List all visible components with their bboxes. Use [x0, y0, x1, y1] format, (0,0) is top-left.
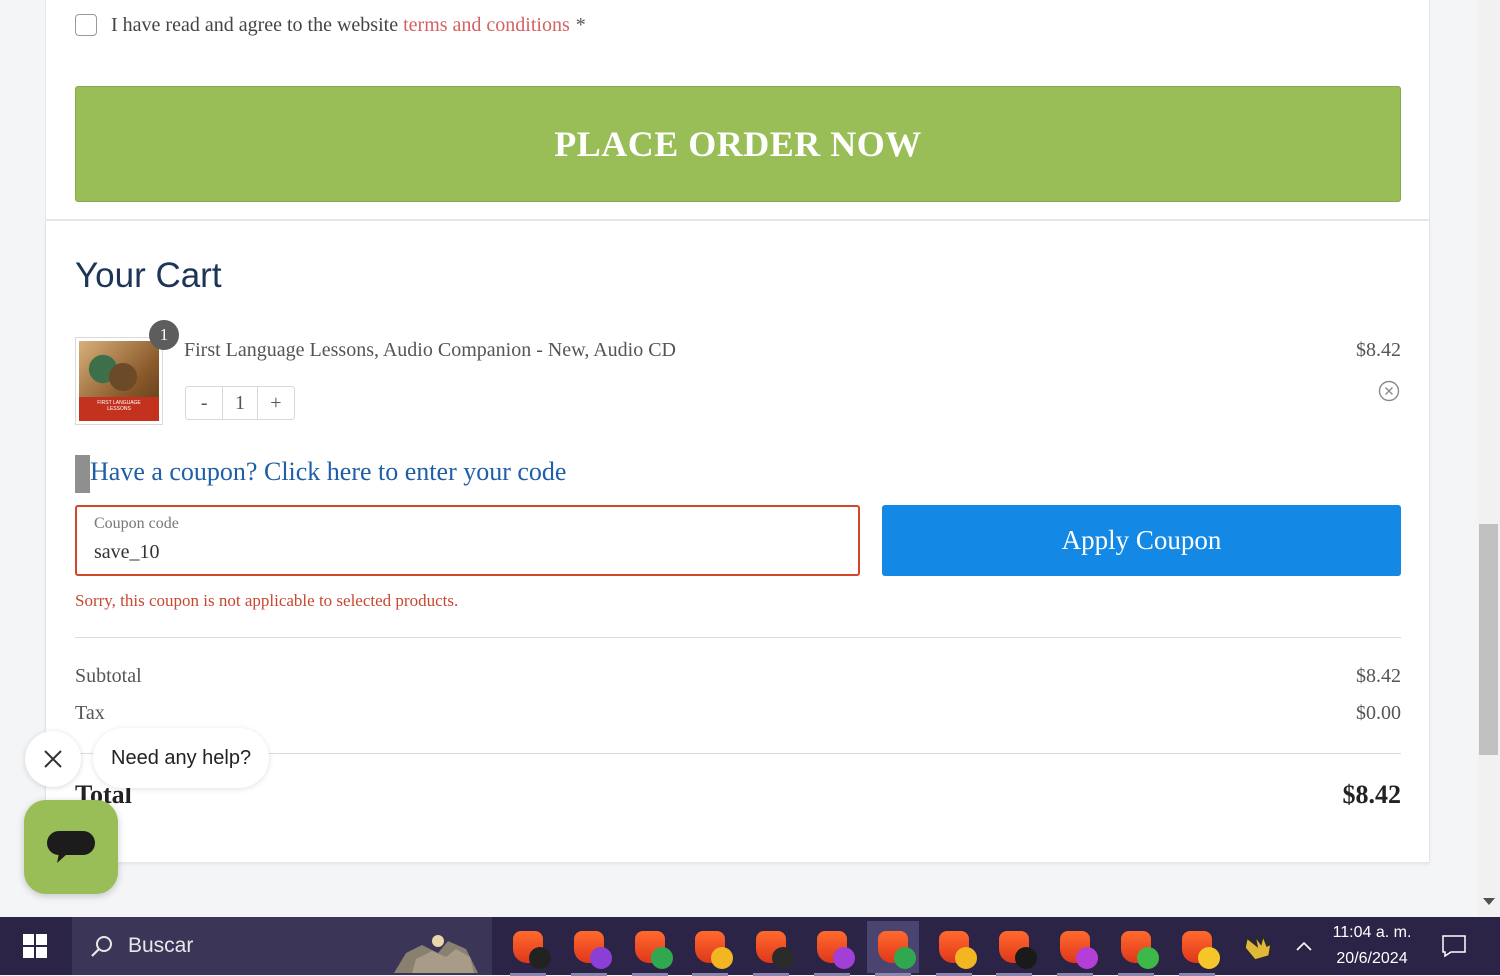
profile-avatar-icon — [529, 947, 551, 969]
clock-time: 11:04 a. m. — [1332, 924, 1412, 941]
profile-avatar-icon — [1137, 947, 1159, 969]
taskbar-app-brave-profile-5[interactable] — [745, 921, 797, 976]
chat-launcher-button[interactable] — [24, 800, 118, 894]
chat-icon — [47, 831, 95, 863]
scroll-down-arrow-icon[interactable] — [1483, 898, 1495, 905]
coupon-input[interactable] — [94, 541, 834, 564]
coupon-field-label: Coupon code — [94, 515, 179, 532]
profile-avatar-icon — [711, 947, 733, 969]
browser-icon — [1121, 931, 1159, 969]
profile-avatar-icon — [772, 947, 794, 969]
help-bubble[interactable]: Need any help? — [93, 728, 270, 788]
browser-icon — [939, 931, 977, 969]
taskbar-app-brave-profile-11[interactable] — [1110, 921, 1162, 976]
terms-checkbox[interactable] — [75, 14, 97, 36]
browser-icon — [817, 931, 855, 969]
cart-item-name: First Language Lessons, Audio Companion … — [184, 339, 677, 361]
profile-avatar-icon — [1076, 947, 1098, 969]
hand-pointer-icon — [1244, 933, 1272, 961]
profile-avatar-icon — [1198, 947, 1220, 969]
browser-icon — [999, 931, 1037, 969]
scrollbar-thumb[interactable] — [1479, 524, 1498, 755]
coupon-toggle-link[interactable]: Have a coupon? Click here to enter your … — [90, 457, 566, 487]
total-value: $8.42 — [1342, 780, 1402, 809]
place-order-button[interactable]: PLACE ORDER NOW — [75, 86, 1401, 202]
browser-icon — [695, 931, 733, 969]
profile-avatar-icon — [894, 947, 916, 969]
browser-icon — [1182, 931, 1220, 969]
profile-avatar-icon — [1015, 947, 1037, 969]
browser-icon — [574, 931, 612, 969]
quantity-badge: 1 — [149, 320, 179, 350]
search-highlight-image — [394, 935, 478, 973]
tax-value: $0.00 — [1356, 702, 1401, 724]
subtotal-label: Subtotal — [75, 665, 142, 687]
subtotal-value: $8.42 — [1356, 665, 1401, 687]
taskbar: Buscar 11:04 a. m. 20/6/2024 — [0, 917, 1500, 976]
taskbar-app-brave-profile-3[interactable] — [624, 921, 676, 976]
browser-icon — [878, 931, 916, 969]
terms-text: I have read and agree to the website — [111, 13, 399, 36]
taskbar-app-brave-profile-1[interactable] — [502, 921, 554, 976]
coupon-field[interactable]: Coupon code — [75, 505, 860, 576]
profile-avatar-icon — [955, 947, 977, 969]
clock-date: 20/6/2024 — [1336, 950, 1408, 967]
taskbar-app-brave-profile-10[interactable] — [1049, 921, 1101, 976]
quantity-value[interactable]: 1 — [223, 387, 256, 419]
chevron-up-icon — [1296, 941, 1312, 951]
profile-avatar-icon — [590, 947, 612, 969]
quantity-stepper: - 1 + — [185, 386, 295, 420]
cart-item-price: $8.42 — [1356, 339, 1401, 361]
profile-avatar-icon — [651, 947, 673, 969]
windows-logo-icon — [23, 934, 47, 958]
taskbar-app-brave-profile-2[interactable] — [563, 921, 615, 976]
taskbar-app-brave-profile-4[interactable] — [684, 921, 736, 976]
profile-avatar-icon — [833, 947, 855, 969]
required-mark: * — [575, 13, 586, 36]
notification-icon — [1442, 935, 1466, 958]
tax-label: Tax — [75, 702, 105, 724]
page-scrollbar[interactable] — [1478, 0, 1500, 917]
notifications-button[interactable] — [1432, 917, 1476, 975]
taskbar-clock[interactable]: 11:04 a. m. 20/6/2024 — [1324, 919, 1420, 973]
product-thumbnail: FIRST LANGUAGE LESSONS — [75, 337, 163, 425]
start-button[interactable] — [0, 917, 70, 975]
search-placeholder: Buscar — [128, 934, 194, 957]
terms-link[interactable]: terms and conditions — [403, 14, 570, 37]
quantity-increase-button[interactable]: + — [256, 387, 294, 419]
close-icon — [44, 750, 62, 768]
product-cover-caption: FIRST LANGUAGE LESSONS — [97, 400, 141, 412]
taskbar-app-brave-profile-6[interactable] — [806, 921, 858, 976]
taskbar-app-brave-profile-8[interactable] — [928, 921, 980, 976]
summary-divider — [75, 637, 1401, 638]
browser-icon — [635, 931, 673, 969]
taskbar-app-brave-profile-12[interactable] — [1171, 921, 1223, 976]
taskbar-search[interactable]: Buscar — [72, 917, 492, 975]
quantity-decrease-button[interactable]: - — [186, 387, 224, 419]
help-close-button[interactable] — [25, 731, 81, 787]
total-divider — [75, 753, 1401, 754]
cart-title: Your Cart — [75, 256, 222, 295]
remove-item-icon[interactable] — [1378, 380, 1400, 402]
coupon-accent-bar — [75, 455, 90, 493]
terms-row: I have read and agree to the website ter… — [75, 12, 586, 38]
coupon-error-message: Sorry, this coupon is not applicable to … — [75, 591, 459, 610]
taskbar-app-brave-profile-7[interactable] — [867, 921, 919, 976]
apply-coupon-button[interactable]: Apply Coupon — [882, 505, 1401, 576]
browser-icon — [1060, 931, 1098, 969]
taskbar-app-pointer[interactable] — [1232, 921, 1284, 973]
search-icon — [91, 936, 112, 957]
browser-icon — [756, 931, 794, 969]
browser-icon — [513, 931, 551, 969]
show-hidden-icons-button[interactable] — [1290, 917, 1318, 975]
taskbar-app-brave-profile-9[interactable] — [988, 921, 1040, 976]
help-bubble-text: Need any help? — [111, 746, 252, 769]
